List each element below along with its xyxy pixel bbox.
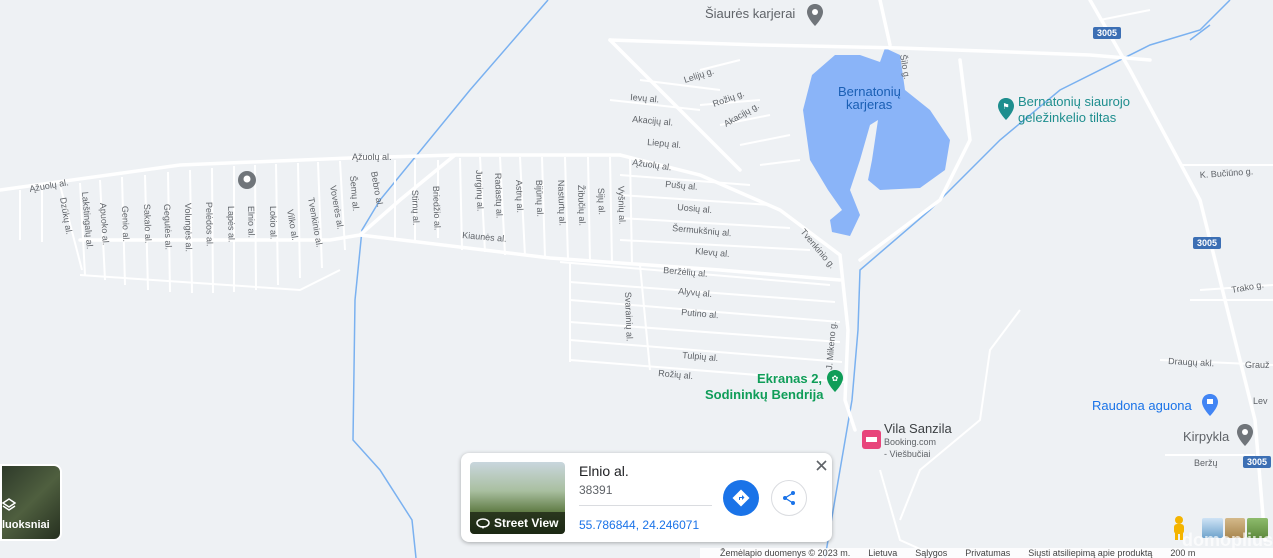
- street-label: Sijų al.: [596, 188, 607, 215]
- street-label: Svarainių al.: [623, 292, 635, 342]
- street-view-label: Street View: [494, 516, 559, 530]
- street-label: Žibučių al.: [576, 185, 587, 226]
- coordinates-link[interactable]: 55.786844, 24.246071: [579, 518, 699, 532]
- street-label: Lev: [1253, 396, 1268, 406]
- street-label: Lokio al.: [268, 206, 279, 240]
- place-label-kirpykla[interactable]: Kirpykla: [1183, 429, 1230, 444]
- street-label: Gegutės al.: [162, 204, 174, 250]
- street-label: Jurginų al.: [474, 170, 485, 212]
- place-sub-hotels: - Viešbučiai: [884, 449, 930, 459]
- layers-label: luoksniai: [2, 519, 50, 531]
- street-label: Sakalo al.: [142, 204, 153, 244]
- street-view-icon: [476, 518, 490, 529]
- street-view-thumbnail[interactable]: Street View: [470, 462, 565, 534]
- divider: [579, 505, 712, 506]
- layers-button[interactable]: luoksniai: [0, 464, 62, 541]
- place-label-raudona-aguona[interactable]: Raudona aguona: [1092, 398, 1193, 413]
- place-label-ekranas-line1[interactable]: Ekranas 2,: [757, 371, 822, 386]
- route-badge-3005-bottom: 3005: [1243, 456, 1271, 468]
- lake-label-line2: karjeras: [846, 97, 893, 112]
- street-label: Volungės al.: [183, 203, 194, 252]
- route-3005-label: 3005: [1247, 457, 1267, 467]
- route-3005-label: 3005: [1097, 28, 1117, 38]
- terms-link[interactable]: Sąlygos: [915, 548, 947, 558]
- share-icon: [783, 491, 795, 505]
- street-label: Astrų al.: [514, 180, 525, 213]
- street-label: Briedžio al.: [431, 186, 443, 231]
- street-label: Lapės al.: [226, 206, 237, 243]
- route-badge-3005-top: 3005: [1093, 27, 1121, 39]
- watermark-text: domoplius: [1182, 530, 1273, 550]
- street-label: Grauž: [1245, 360, 1270, 370]
- share-button[interactable]: [771, 480, 807, 516]
- street-label: Elnio al.: [246, 206, 257, 238]
- street-label: Nasturtų al.: [556, 180, 568, 226]
- place-sub-booking: Booking.com: [884, 437, 936, 447]
- street-label: Stirnų al.: [410, 190, 421, 226]
- postal-code: 38391: [579, 483, 613, 497]
- place-info-card: Street View Elnio al. 38391 55.786844, 2…: [461, 453, 832, 542]
- close-icon: [815, 459, 827, 471]
- privacy-link[interactable]: Privatumas: [965, 548, 1010, 558]
- route-badge-3005-mid: 3005: [1193, 237, 1221, 249]
- directions-icon: [732, 489, 750, 507]
- place-label-ekranas-line2[interactable]: Sodininkų Bendrija: [705, 387, 824, 402]
- feedback-link[interactable]: Siųsti atsiliepimą apie produktą: [1028, 548, 1152, 558]
- street-view-bar[interactable]: Street View: [470, 512, 565, 534]
- street-label: Genio al.: [120, 206, 131, 242]
- selected-location-marker-icon[interactable]: [238, 171, 256, 189]
- street-label: Vyšnių al.: [616, 186, 627, 225]
- place-label-bridge-line2[interactable]: geležinkelio tiltas: [1018, 110, 1117, 125]
- street-label: Beržų: [1194, 458, 1218, 468]
- street-label: Pelėdos al.: [204, 202, 215, 247]
- route-3005-label: 3005: [1197, 238, 1217, 248]
- hotel-icon[interactable]: [862, 430, 881, 449]
- place-label-siaures-karjerai[interactable]: Šiaurės karjerai: [705, 6, 795, 21]
- place-title: Elnio al.: [579, 463, 629, 479]
- country-link[interactable]: Lietuva: [868, 548, 897, 558]
- close-button[interactable]: [813, 457, 829, 473]
- directions-button[interactable]: [723, 480, 759, 516]
- street-label: Radastų al.: [493, 173, 505, 219]
- street-label: Ąžuolų al.: [352, 152, 392, 162]
- layers-icon: [2, 498, 16, 511]
- map-data-credit: Žemėlapio duomenys © 2023 m.: [720, 548, 851, 558]
- place-label-vila[interactable]: Vila Sanzila: [884, 421, 952, 436]
- svg-text:✿: ✿: [832, 374, 839, 383]
- svg-text:⚑: ⚑: [1002, 102, 1009, 111]
- street-label: Bijūnų al.: [534, 180, 545, 217]
- place-label-bridge-line1[interactable]: Bernatonių siaurojo: [1018, 94, 1130, 109]
